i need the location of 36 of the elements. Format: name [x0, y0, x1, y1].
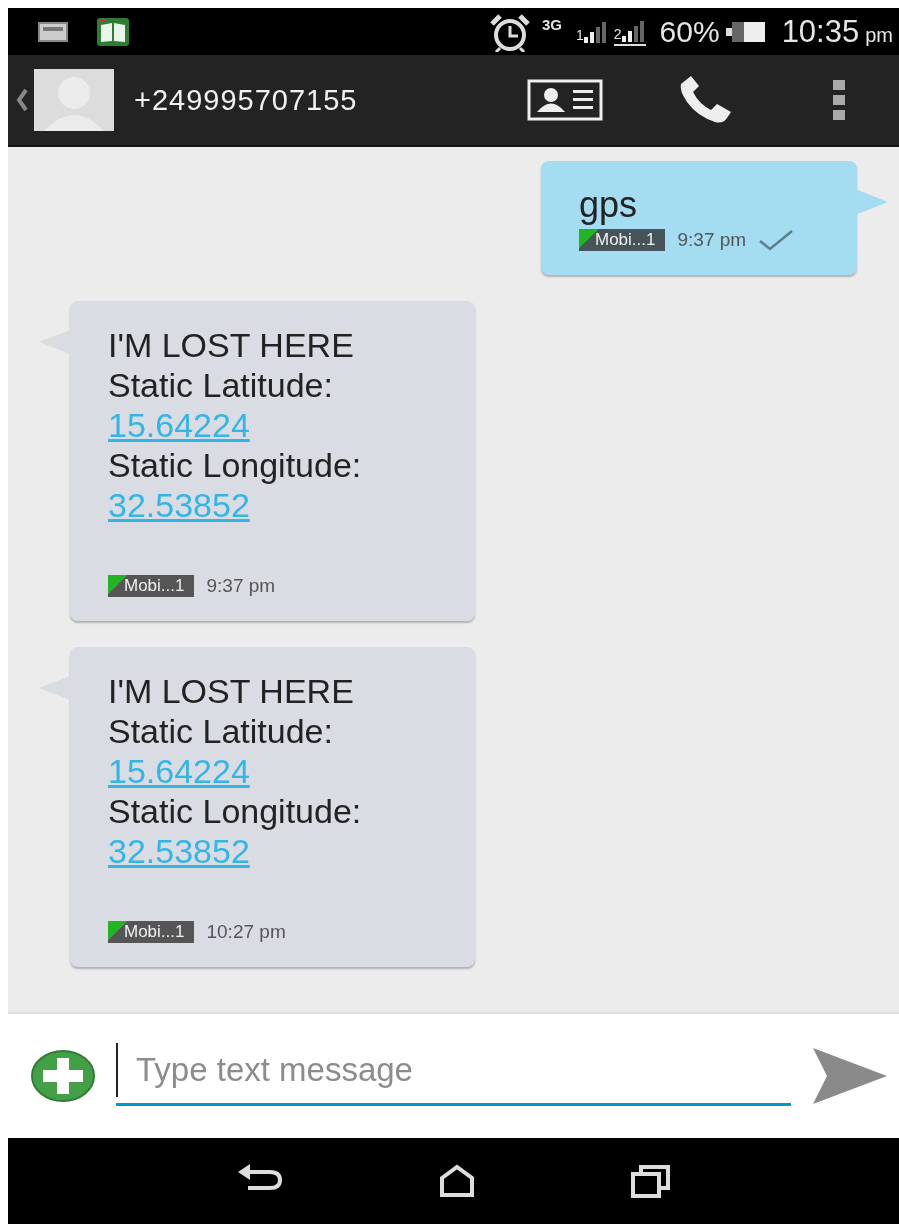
clock-time: 10:35 [781, 13, 860, 50]
sim-tag: Mobi...1 [108, 921, 195, 943]
sim-number: 2 [613, 25, 622, 42]
sim-number: 1 [576, 26, 584, 43]
message-icon [38, 20, 68, 43]
message-text: I'M LOST HERE [108, 671, 354, 711]
message-text: Static Latitude: [108, 711, 333, 751]
avatar-icon [34, 69, 114, 131]
battery-percent: 60% [659, 14, 720, 49]
coordinate-link[interactable]: 15.64224 [108, 751, 250, 791]
more-options-icon[interactable] [833, 80, 847, 120]
coordinate-link[interactable]: 15.64224 [108, 405, 250, 445]
clock-suffix: pm [865, 23, 893, 47]
message-time: 9:37 pm [677, 229, 747, 251]
sim-tag: Mobi...1 [108, 575, 195, 597]
coordinate-link[interactable]: 32.53852 [108, 485, 250, 525]
home-icon[interactable] [439, 1164, 476, 1198]
chevron-left-icon [16, 88, 28, 112]
message-text: Static Latitude: [108, 365, 333, 405]
message-text: Static Longitude: [108, 791, 362, 831]
contact-card-icon[interactable] [527, 79, 603, 121]
recent-apps-icon[interactable] [631, 1164, 672, 1198]
sim-tag: Mobi...1 [579, 229, 666, 251]
message-input[interactable]: Type text message [116, 1042, 791, 1106]
message-text: gps [579, 185, 638, 225]
message-text: I'M LOST HERE [108, 325, 354, 365]
message-time: 10:27 pm [206, 921, 286, 943]
add-icon[interactable] [30, 1049, 96, 1103]
contact-number: +249995707155 [134, 83, 359, 117]
coordinate-link[interactable]: 32.53852 [108, 831, 250, 871]
book-icon [96, 16, 130, 47]
battery-icon [725, 20, 766, 43]
message-time: 9:37 pm [206, 575, 276, 597]
send-icon[interactable] [811, 1046, 889, 1106]
message-text: Static Longitude: [108, 445, 362, 485]
network-type: 3G [541, 15, 562, 33]
